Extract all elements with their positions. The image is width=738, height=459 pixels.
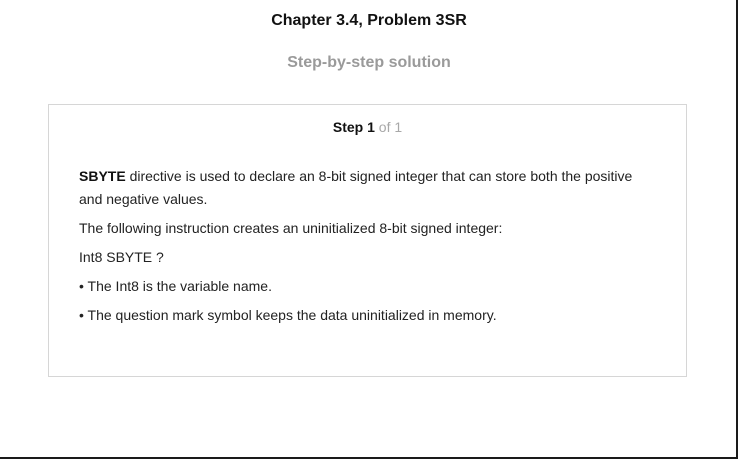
step-label: Step bbox=[332, 119, 364, 135]
bullet-variable-name: • The Int8 is the variable name. bbox=[79, 278, 272, 294]
code-line: Int8 SBYTE ? bbox=[79, 249, 164, 265]
step-number: 1 bbox=[367, 119, 375, 135]
solution-card: Step 1 of 1 SBYTE directive is used to d… bbox=[48, 104, 687, 377]
keyword-sbyte: SBYTE bbox=[79, 168, 126, 184]
step-header: Step 1 of 1 bbox=[49, 119, 686, 135]
step-body: SBYTE directive is used to declare an 8-… bbox=[79, 165, 659, 333]
page-title: Chapter 3.4, Problem 3SR bbox=[271, 12, 467, 29]
step-total: of 1 bbox=[378, 119, 403, 135]
definition-paragraph: SBYTE directive is used to declare an 8-… bbox=[79, 165, 659, 211]
instruction-paragraph: The following instruction creates an uni… bbox=[79, 220, 503, 236]
definition-text: directive is used to declare an 8-bit si… bbox=[79, 168, 633, 207]
page-subtitle: Step-by-step solution bbox=[287, 54, 451, 71]
bullet-question-mark: • The question mark symbol keeps the dat… bbox=[79, 307, 497, 323]
